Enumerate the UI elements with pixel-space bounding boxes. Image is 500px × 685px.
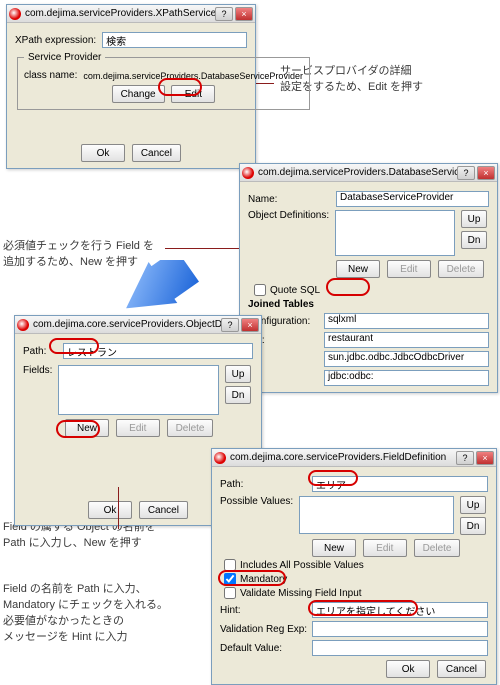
up-button[interactable]: Up	[461, 210, 487, 228]
up-button[interactable]: Up	[225, 365, 251, 383]
new-button[interactable]: New	[65, 419, 109, 437]
default-label: Default Value:	[220, 643, 306, 654]
close-win-button[interactable]: ×	[476, 451, 494, 465]
dialog-xpath-matcher: com.dejima.serviceProviders.XPathService…	[6, 4, 256, 169]
includes-all-input[interactable]	[224, 559, 236, 571]
sp-legend: Service Provider	[24, 52, 105, 63]
mandatory-input[interactable]	[224, 573, 236, 585]
close-win-button[interactable]: ×	[477, 166, 495, 180]
xpath-label: XPath expression:	[15, 35, 96, 46]
objdef-list[interactable]	[335, 210, 455, 256]
objdef-label: Object Definitions:	[248, 210, 329, 221]
titlebar[interactable]: com.dejima.core.serviceProviders.FieldDe…	[212, 449, 496, 467]
path-label: Path:	[23, 346, 57, 357]
validate-missing-input[interactable]	[224, 587, 236, 599]
service-provider-group: Service Provider class name: com.dejima.…	[17, 52, 310, 110]
driver-input[interactable]: sun.jdbc.odbc.JdbcOdbcDriver	[324, 351, 489, 367]
annotation-4: Field の名前を Path に入力、Mandatory にチェックを入れる。…	[3, 582, 168, 646]
title-text: com.dejima.core.serviceProviders.ObjectD…	[33, 319, 221, 330]
config-input[interactable]: sqlxml	[324, 313, 489, 329]
pv-list[interactable]	[299, 496, 454, 534]
fields-label: Fields:	[23, 365, 52, 376]
close-win-button[interactable]: ×	[235, 7, 253, 21]
quote-sql-checkbox[interactable]: Quote SQL	[254, 284, 489, 296]
help-win-button[interactable]: ?	[457, 166, 475, 180]
title-text: com.dejima.serviceProviders.XPathService…	[25, 8, 215, 19]
app-icon	[242, 167, 254, 179]
regex-input[interactable]	[312, 621, 488, 637]
delete-button[interactable]: Delete	[438, 260, 485, 278]
cancel-button[interactable]: Cancel	[132, 144, 181, 162]
title-text: com.dejima.core.serviceProviders.FieldDe…	[230, 452, 456, 463]
dialog-field-definition: com.dejima.core.serviceProviders.FieldDe…	[211, 448, 497, 685]
hint-label: Hint:	[220, 605, 306, 616]
delete-button[interactable]: Delete	[167, 419, 214, 437]
edit-button[interactable]: Edit	[116, 419, 160, 437]
title-text: com.dejima.serviceProviders.DatabaseServ…	[258, 167, 457, 178]
ok-button[interactable]: Ok	[81, 144, 125, 162]
ok-button[interactable]: Ok	[88, 501, 132, 519]
change-button[interactable]: Change	[112, 85, 165, 103]
close-win-button[interactable]: ×	[241, 318, 259, 332]
flow-arrow-2	[120, 260, 210, 320]
path-input[interactable]: レストラン	[63, 343, 253, 359]
help-win-button[interactable]: ?	[215, 7, 233, 21]
dn-button[interactable]: Dn	[225, 386, 251, 404]
callout-line-3	[118, 487, 119, 529]
edit-button[interactable]: Edit	[387, 260, 431, 278]
app-icon	[214, 452, 226, 464]
validate-missing-checkbox[interactable]: Validate Missing Field Input	[224, 587, 488, 599]
path-input[interactable]: エリア	[312, 476, 488, 492]
pv-label: Possible Values:	[220, 496, 293, 507]
url-input[interactable]: jdbc:odbc:	[324, 370, 489, 386]
regex-label: Validation Reg Exp:	[220, 624, 306, 635]
dialog-db-service-provider: com.dejima.serviceProviders.DatabaseServ…	[239, 163, 498, 393]
annotation-4-t: Field の名前を Path に入力、Mandatory にチェックを入れる。…	[3, 583, 168, 643]
classname-value: com.dejima.serviceProviders.DatabaseServ…	[83, 71, 303, 81]
name-input[interactable]: DatabaseServiceProvider	[336, 191, 489, 207]
titlebar[interactable]: com.dejima.serviceProviders.XPathService…	[7, 5, 255, 23]
fields-list[interactable]	[58, 365, 219, 415]
quote-sql-input[interactable]	[254, 284, 266, 296]
dn-button[interactable]: Dn	[461, 231, 487, 249]
edit-button[interactable]: Edit	[171, 85, 215, 103]
cancel-button[interactable]: Cancel	[139, 501, 188, 519]
path-label: Path:	[220, 479, 306, 490]
app-icon	[9, 8, 21, 20]
titlebar[interactable]: com.dejima.core.serviceProviders.ObjectD…	[15, 316, 261, 334]
mandatory-checkbox[interactable]: Mandatory	[224, 573, 488, 585]
name-label: Name:	[248, 194, 330, 205]
new-button[interactable]: New	[336, 260, 380, 278]
edit-button[interactable]: Edit	[363, 539, 407, 557]
joined-tables-label: Joined Tables	[248, 299, 489, 310]
source-input[interactable]: restaurant	[324, 332, 489, 348]
cancel-button[interactable]: Cancel	[437, 660, 486, 678]
up-button[interactable]: Up	[460, 496, 486, 514]
help-win-button[interactable]: ?	[456, 451, 474, 465]
includes-all-checkbox[interactable]: Includes All Possible Values	[224, 559, 488, 571]
default-input[interactable]	[312, 640, 488, 656]
titlebar[interactable]: com.dejima.serviceProviders.DatabaseServ…	[240, 164, 497, 182]
delete-button[interactable]: Delete	[414, 539, 461, 557]
help-win-button[interactable]: ?	[221, 318, 239, 332]
classname-label: class name:	[24, 70, 77, 81]
ok-button[interactable]: Ok	[386, 660, 430, 678]
dn-button[interactable]: Dn	[460, 517, 486, 535]
new-button[interactable]: New	[312, 539, 356, 557]
xpath-input[interactable]: 検索	[102, 32, 247, 48]
app-icon	[17, 319, 29, 331]
hint-input[interactable]: エリアを指定してください	[312, 602, 488, 618]
